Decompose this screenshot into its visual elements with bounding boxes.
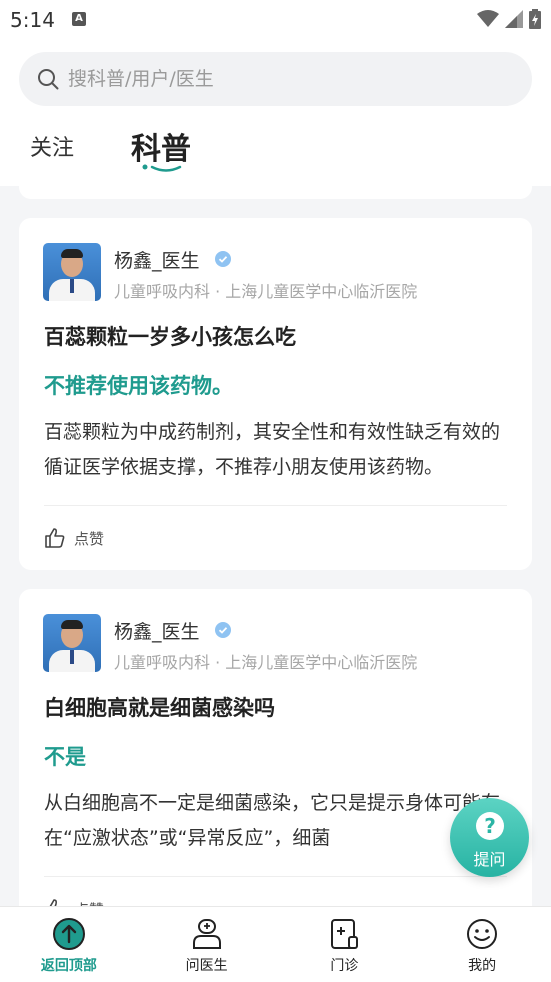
nav-back-to-top[interactable]: 返回顶部 [0,907,138,982]
nav-mine[interactable]: 我的 [413,907,551,982]
nav-label: 问医生 [185,958,228,974]
post-answer-headline: 不推荐使用该药物。 [44,374,233,398]
search-icon [38,69,59,90]
post-question[interactable]: 百蕊颗粒一岁多小孩怎么吃 [44,321,296,351]
post-card[interactable]: 杨鑫_医生 儿童呼吸内科 · 上海儿童医学中心临沂医院 百蕊颗粒一岁多小孩怎么吃… [19,218,532,570]
doctor-name[interactable]: 杨鑫_医生 [114,617,200,644]
nav-ask-doctor[interactable]: 问医生 [138,907,276,982]
nav-label: 门诊 [330,958,359,974]
doctor-department: 儿童呼吸内科 · 上海儿童医学中心临沂医院 [114,282,418,301]
search-input[interactable] [66,67,490,91]
nav-label: 返回顶部 [40,958,97,974]
bottom-nav: 返回顶部 问医生 门诊 我的 [0,906,551,982]
ask-question-label: 提问 [473,850,506,869]
verified-icon [215,622,231,638]
previous-card-edge [19,186,532,199]
post-answer-headline: 不是 [44,745,86,769]
battery-icon [529,9,541,29]
ask-question-button[interactable]: ? 提问 [450,798,529,877]
doctor-icon [192,919,221,949]
nav-label: 我的 [468,958,497,974]
like-label: 点赞 [74,529,105,548]
tab-active-indicator [142,164,182,172]
tab-bar: 关注 科普 [0,122,551,182]
wifi-icon [477,10,499,27]
doctor-avatar[interactable] [43,243,101,301]
header: 关注 科普 [0,38,551,186]
doctor-avatar[interactable] [43,614,101,672]
arrow-up-circle-icon [52,918,85,950]
tab-follow[interactable]: 关注 [30,130,74,162]
post-question[interactable]: 白细胞高就是细菌感染吗 [44,692,275,722]
search-bar[interactable] [19,52,532,106]
tab-science[interactable]: 科普 [131,124,191,168]
status-time: 5:14 [10,8,55,32]
notification-a-icon: A [72,12,86,26]
divider [44,505,507,506]
thumbs-up-icon [45,528,65,548]
nav-clinic[interactable]: 门诊 [276,907,414,982]
doctor-department: 儿童呼吸内科 · 上海儿童医学中心临沂医院 [114,653,418,672]
smile-face-icon [467,919,498,949]
question-icon: ? [476,812,504,840]
status-bar: 5:14 A [0,0,551,38]
signal-icon [505,10,523,28]
divider [44,876,507,877]
verified-icon [215,251,231,267]
system-icons [477,9,541,29]
clinic-icon [331,919,359,949]
post-body: 从白细胞高不一定是细菌感染，它只是提示身体可能存在“应激状态”或“异常反应”，细… [44,792,501,849]
like-button[interactable]: 点赞 [44,527,104,549]
post-body: 百蕊颗粒为中成药制剂，其安全性和有效性缺乏有效的循证医学依据支撑，不推荐小朋友使… [44,421,501,478]
doctor-name[interactable]: 杨鑫_医生 [114,246,200,273]
